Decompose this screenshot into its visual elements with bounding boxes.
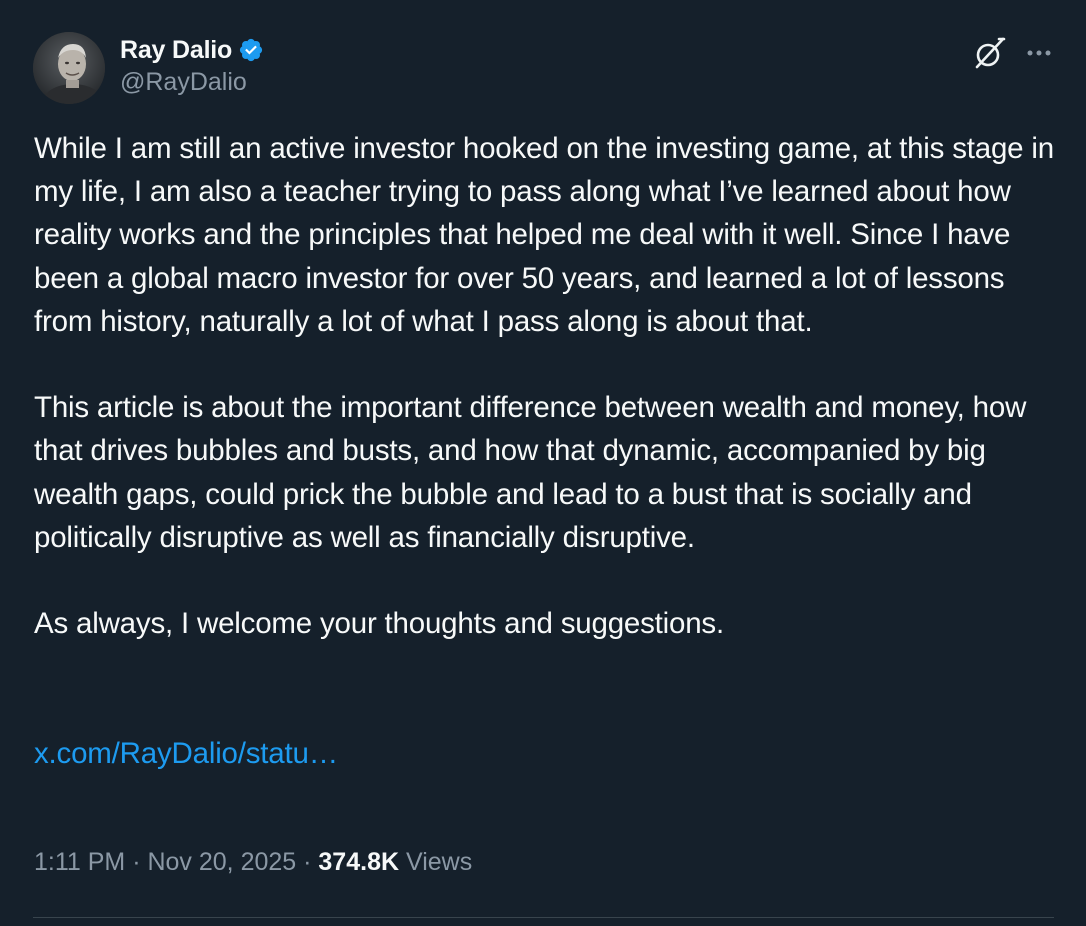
tweet-meta: 1:11 PM · Nov 20, 2025 · 374.8K Views bbox=[34, 848, 472, 877]
tweet-date[interactable]: Nov 20, 2025 bbox=[147, 848, 296, 876]
meta-separator: · bbox=[296, 848, 319, 876]
tweet-card: Ray Dalio @RayDalio While I am still an … bbox=[0, 0, 1086, 926]
tweet-header: Ray Dalio @RayDalio bbox=[33, 32, 1053, 104]
tweet-time[interactable]: 1:11 PM bbox=[34, 848, 125, 876]
tweet-link[interactable]: x.com/RayDalio/statu… bbox=[34, 737, 338, 770]
tweet-link-row: x.com/RayDalio/statu… bbox=[34, 689, 1064, 775]
author-handle[interactable]: @RayDalio bbox=[120, 68, 264, 97]
tweet-paragraph-1: While I am still an active investor hook… bbox=[34, 132, 1054, 338]
more-options-icon[interactable] bbox=[1021, 36, 1057, 70]
verified-badge-icon[interactable] bbox=[238, 37, 264, 63]
author-names: Ray Dalio @RayDalio bbox=[120, 34, 264, 97]
tweet-text: While I am still an active investor hook… bbox=[34, 127, 1064, 775]
grok-icon[interactable] bbox=[973, 36, 1007, 70]
profile-photo bbox=[33, 32, 105, 104]
author-display-name[interactable]: Ray Dalio bbox=[120, 36, 232, 65]
tweet-paragraph-2: This article is about the important diff… bbox=[34, 391, 1027, 554]
author-avatar[interactable] bbox=[33, 32, 105, 104]
display-name-row: Ray Dalio bbox=[120, 34, 264, 66]
views-label: Views bbox=[399, 848, 473, 876]
divider bbox=[33, 917, 1054, 918]
views-count: 374.8K bbox=[318, 848, 400, 876]
tweet-paragraph-3: As always, I welcome your thoughts and s… bbox=[34, 607, 724, 641]
meta-separator: · bbox=[125, 848, 148, 876]
